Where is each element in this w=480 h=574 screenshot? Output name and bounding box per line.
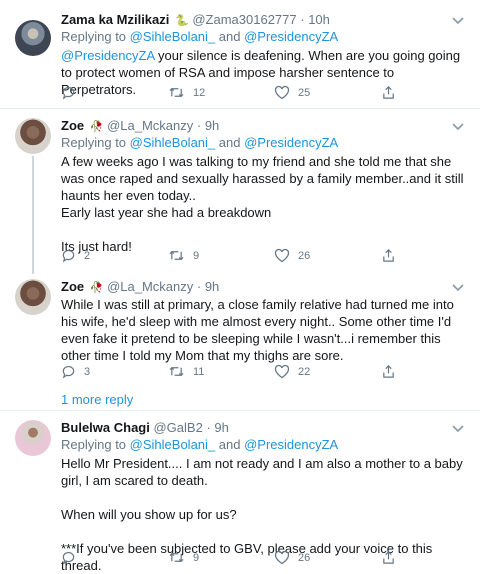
timestamp[interactable]: · 10h (300, 12, 330, 27)
mention-link[interactable]: @SihleBolani_ (130, 29, 215, 44)
reply-icon (62, 365, 75, 379)
tweet[interactable]: Zama ka Mzilikazi 🐍 @Zama30162777 · 10h … (0, 0, 480, 110)
like-icon (274, 248, 290, 263)
reply-count: 2 (84, 249, 91, 262)
like-button[interactable]: 22 (274, 364, 310, 379)
retweet-icon (169, 552, 184, 563)
like-count: 22 (298, 365, 311, 378)
avatar[interactable] (15, 279, 51, 315)
reply-button[interactable] (61, 550, 84, 565)
retweet-count: 11 (193, 365, 205, 378)
tweet-feed: Zama ka Mzilikazi 🐍 @Zama30162777 · 10h … (0, 0, 480, 573)
retweet-button[interactable]: 9 (168, 550, 199, 565)
mention-link[interactable]: @PresidencyZA (244, 29, 338, 44)
like-button[interactable]: 26 (274, 550, 310, 565)
tweet-actions: 9 26 (61, 550, 394, 566)
retweet-count: 12 (193, 86, 206, 99)
caret-down-icon[interactable] (450, 279, 466, 295)
share-button[interactable] (381, 550, 396, 565)
reply-button[interactable] (61, 85, 84, 100)
retweet-count: 9 (193, 551, 200, 564)
tweet[interactable]: Bulelwa Chagi @GalB2 · 9h Replying to @S… (0, 411, 480, 573)
share-button[interactable] (381, 85, 396, 100)
avatar[interactable] (15, 20, 51, 56)
mention-link[interactable]: @PresidencyZA (244, 437, 338, 452)
reply-button[interactable]: 2 (61, 248, 90, 263)
like-count: 25 (298, 86, 311, 99)
replying-to: Replying to @SihleBolani_ and @Presidenc… (61, 135, 339, 150)
reply-button[interactable]: 3 (61, 364, 90, 379)
handle[interactable]: @GalB2 (153, 420, 202, 435)
handle[interactable]: @La_Mckanzy (107, 118, 193, 133)
tweet-header: Zoe 🥀 @La_Mckanzy · 9h (61, 279, 219, 294)
display-name[interactable]: Zoe (61, 279, 84, 294)
caret-down-icon[interactable] (450, 118, 466, 134)
more-replies-link[interactable]: 1 more reply (61, 392, 133, 407)
tweet-actions: 3 11 22 (61, 364, 394, 380)
name-emoji: 🐍 (175, 15, 189, 27)
tweet[interactable]: Zoe 🥀 @La_Mckanzy · 9h Replying to @Sihl… (0, 109, 480, 269)
like-icon (274, 550, 290, 565)
handle[interactable]: @Zama30162777 (192, 12, 296, 27)
retweet-icon (169, 366, 184, 377)
mention-link[interactable]: @PresidencyZA (61, 48, 154, 63)
retweet-button[interactable]: 9 (168, 248, 199, 263)
avatar[interactable] (15, 118, 51, 154)
tweet-header: Bulelwa Chagi @GalB2 · 9h (61, 420, 229, 435)
display-name[interactable]: Zama ka Mzilikazi (61, 12, 169, 27)
tweet-actions: 12 25 (61, 85, 394, 101)
reply-icon (62, 86, 75, 100)
avatar[interactable] (15, 420, 51, 456)
retweet-count: 9 (193, 249, 200, 262)
retweet-icon (169, 87, 184, 98)
tweet-text: While I was still at primary, a close fa… (61, 297, 454, 363)
retweet-button[interactable]: 12 (168, 85, 205, 100)
reply-icon (62, 249, 75, 263)
share-icon (383, 86, 394, 99)
display-name[interactable]: Zoe (61, 118, 84, 133)
like-count: 26 (298, 551, 311, 564)
reply-count: 3 (84, 365, 91, 378)
mention-link[interactable]: @SihleBolani_ (130, 135, 215, 150)
tweet-actions: 2 9 26 (61, 248, 394, 264)
timestamp[interactable]: · 9h (206, 420, 228, 435)
mention-link[interactable]: @PresidencyZA (244, 135, 338, 150)
handle[interactable]: @La_Mckanzy (107, 279, 193, 294)
tweet-text: A few weeks ago I was talking to my frie… (61, 154, 464, 254)
timestamp[interactable]: · 9h (197, 279, 219, 294)
caret-down-icon[interactable] (450, 420, 466, 436)
tweet[interactable]: Zoe 🥀 @La_Mckanzy · 9h While I was still… (0, 270, 480, 382)
like-button[interactable]: 26 (274, 248, 310, 263)
share-button[interactable] (381, 248, 396, 263)
like-count: 26 (298, 249, 311, 262)
retweet-button[interactable]: 11 (168, 364, 204, 379)
like-icon (274, 85, 290, 100)
display-name[interactable]: Bulelwa Chagi (61, 420, 150, 435)
name-emoji: 🥀 (89, 282, 104, 294)
replying-to: Replying to @SihleBolani_ and @Presidenc… (61, 437, 339, 452)
share-icon (383, 551, 394, 564)
like-button[interactable]: 25 (274, 85, 310, 100)
mention-link[interactable]: @SihleBolani_ (130, 437, 215, 452)
share-icon (383, 249, 394, 262)
tweet-header: Zama ka Mzilikazi 🐍 @Zama30162777 · 10h (61, 12, 330, 27)
reply-icon (62, 551, 75, 565)
replying-to: Replying to @SihleBolani_ and @Presidenc… (61, 29, 339, 44)
share-button[interactable] (381, 364, 396, 379)
name-emoji: 🥀 (89, 121, 104, 133)
caret-down-icon[interactable] (450, 12, 466, 28)
share-icon (383, 365, 394, 378)
timestamp[interactable]: · 9h (197, 118, 219, 133)
tweet-header: Zoe 🥀 @La_Mckanzy · 9h (61, 118, 219, 133)
like-icon (274, 364, 290, 379)
retweet-icon (169, 250, 184, 261)
